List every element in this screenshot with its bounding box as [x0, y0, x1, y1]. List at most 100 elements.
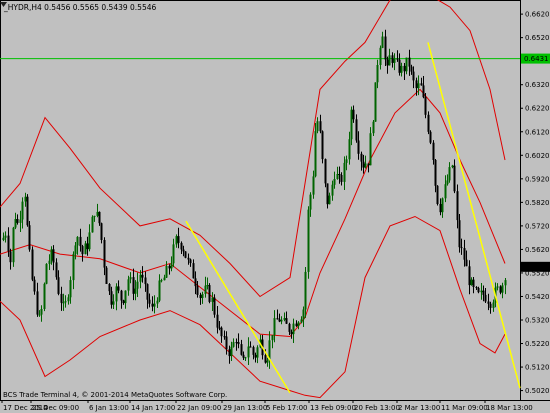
- candle-body: [204, 285, 207, 294]
- candle-body: [153, 303, 156, 307]
- candle-body: [244, 357, 247, 359]
- candle-body: [139, 274, 142, 282]
- candle-body: [45, 263, 48, 284]
- candle-body: [302, 309, 305, 320]
- price-tick-label: 0.6220: [525, 105, 550, 113]
- candle-body: [93, 215, 96, 217]
- candle-body: [240, 344, 243, 355]
- chart-window[interactable]: 0.66200.65200.64200.63200.62200.61200.60…: [0, 0, 550, 413]
- candle-body: [446, 180, 449, 185]
- candle-body: [50, 249, 53, 261]
- price-tick-label: 0.5720: [525, 222, 550, 230]
- candle-body: [79, 236, 82, 247]
- candle-body: [36, 291, 39, 315]
- candle-body: [369, 133, 372, 166]
- candle-body: [4, 235, 7, 238]
- candle-body: [117, 286, 120, 291]
- price-tick-label: 0.6120: [525, 128, 550, 136]
- candle-body: [81, 246, 84, 255]
- candle-body: [484, 294, 487, 302]
- candle-body: [350, 109, 353, 140]
- candle-body: [67, 297, 70, 302]
- candle-body: [463, 248, 466, 260]
- candle-body: [175, 236, 178, 245]
- candle-body: [74, 245, 77, 254]
- candle-body: [232, 342, 235, 347]
- candle-body: [252, 347, 255, 355]
- candle-body: [48, 260, 51, 264]
- candle-body: [386, 59, 389, 66]
- time-tick-label: 5 Feb 17:00: [266, 404, 307, 412]
- candle-body: [468, 266, 471, 286]
- time-tick-label: 18 Mar 13:00: [486, 404, 533, 412]
- price-tick-label: 0.5220: [525, 340, 550, 348]
- candle-body: [208, 285, 211, 302]
- candle-body: [384, 36, 387, 60]
- candle-body: [352, 109, 355, 120]
- time-tick-label: 6 Jan 13:00: [89, 404, 129, 412]
- level-price-tag-label: 0.6431: [524, 55, 549, 63]
- candle-body: [110, 291, 113, 305]
- candle-body: [439, 204, 442, 213]
- candle-body: [321, 131, 324, 160]
- candle-body: [345, 159, 348, 163]
- time-tick-label: 20 Feb 13:00: [354, 404, 400, 412]
- time-tick-label: 25 Dec 09:00: [32, 404, 79, 412]
- candle-body: [408, 57, 411, 67]
- price-tick-label: 0.6620: [525, 11, 550, 19]
- candle-body: [472, 279, 475, 287]
- price-tick-label: 0.5120: [525, 364, 550, 372]
- candle-body: [415, 80, 418, 89]
- candle-body: [170, 263, 173, 269]
- candle-body: [182, 249, 185, 252]
- candle-body: [211, 297, 214, 302]
- candle-body: [376, 65, 379, 83]
- candle-body: [448, 167, 451, 181]
- candle-body: [331, 184, 334, 196]
- candle-body: [235, 342, 238, 344]
- candle-body: [60, 293, 63, 303]
- time-axis: 17 Dec 201425 Dec 09:00 6 Jan 13:00 14 Jan…: [1, 400, 533, 412]
- candle-body: [156, 300, 159, 304]
- candle-body: [9, 251, 12, 263]
- time-tick-label: 29 Jan 13:00: [223, 404, 267, 412]
- candle-body: [283, 318, 286, 320]
- candle-body: [304, 271, 307, 310]
- candle-body: [475, 287, 478, 288]
- time-tick-label: 22 Jan 09:00: [177, 404, 221, 412]
- candle-body: [127, 279, 130, 291]
- candle-body: [213, 297, 216, 315]
- candle-body: [374, 82, 377, 122]
- candle-body: [504, 280, 507, 286]
- price-chart[interactable]: 0.66200.65200.64200.63200.62200.61200.60…: [0, 0, 550, 413]
- candle-body: [388, 55, 391, 66]
- candle-body: [405, 57, 408, 72]
- candle-body: [343, 162, 346, 182]
- candle-body: [230, 346, 233, 357]
- candle-body: [33, 279, 36, 292]
- candle-body: [496, 286, 499, 288]
- candle-body: [163, 277, 166, 281]
- candle-body: [43, 283, 46, 309]
- candle-body: [328, 195, 331, 205]
- candle-body: [501, 285, 504, 293]
- candle-body: [453, 165, 456, 192]
- candle-body: [115, 286, 118, 302]
- candle-body: [129, 277, 132, 280]
- candle-body: [338, 174, 341, 175]
- candle-body: [367, 163, 370, 166]
- time-tick-label: 11 Mar 09:00: [441, 404, 488, 412]
- candle-body: [62, 302, 65, 304]
- candle-body: [100, 223, 103, 240]
- price-tick-label: 0.5320: [525, 317, 550, 325]
- candle-body: [189, 259, 192, 264]
- candle-body: [146, 284, 149, 300]
- candle-body: [72, 253, 75, 281]
- candle-body: [69, 280, 72, 298]
- candle-body: [223, 336, 226, 338]
- candle-body: [16, 219, 19, 223]
- price-tick-label: 0.6320: [525, 81, 550, 89]
- candle-body: [292, 323, 295, 335]
- candle-body: [220, 327, 223, 337]
- price-tick-label: 0.6020: [525, 152, 550, 160]
